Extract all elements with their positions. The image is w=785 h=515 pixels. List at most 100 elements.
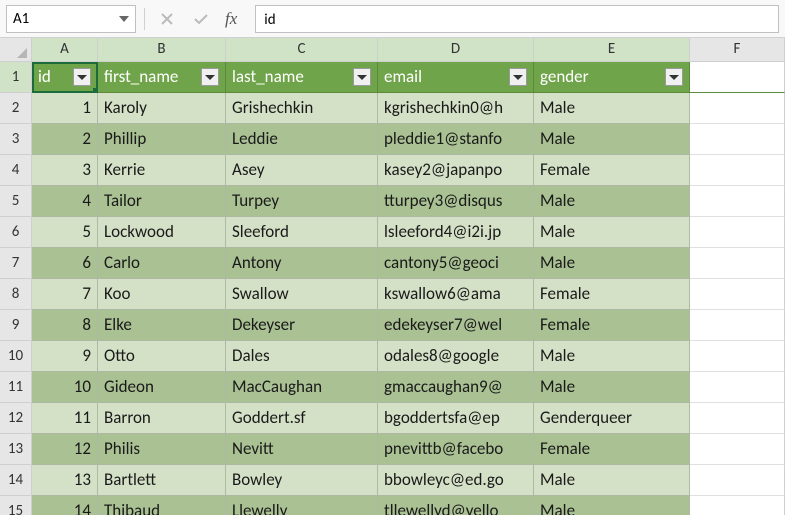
cell[interactable]: Male — [534, 372, 690, 403]
row-header[interactable]: 8 — [0, 279, 32, 310]
cell[interactable]: 1 — [32, 93, 98, 124]
name-box[interactable]: A1 — [6, 5, 136, 33]
cell[interactable]: tturpey3@disqus — [378, 186, 534, 217]
row-header[interactable]: 14 — [0, 465, 32, 496]
row-header[interactable]: 15 — [0, 496, 32, 515]
cell[interactable]: Swallow — [226, 279, 378, 310]
cell[interactable]: tllewellyd@yello — [378, 496, 534, 515]
cell[interactable]: gmaccaughan9@ — [378, 372, 534, 403]
cell[interactable]: 10 — [32, 372, 98, 403]
cell[interactable]: Carlo — [98, 248, 226, 279]
cell[interactable]: Dales — [226, 341, 378, 372]
cell[interactable]: Dekeyser — [226, 310, 378, 341]
cell[interactable] — [690, 124, 785, 155]
cell[interactable]: Goddert.sf — [226, 403, 378, 434]
header-cell[interactable]: last_name — [226, 62, 378, 93]
cell[interactable]: Lockwood — [98, 217, 226, 248]
cell[interactable]: Male — [534, 217, 690, 248]
row-header[interactable]: 3 — [0, 124, 32, 155]
cell[interactable]: kswallow6@ama — [378, 279, 534, 310]
cell[interactable]: Grishechkin — [226, 93, 378, 124]
row-header[interactable]: 1 — [0, 62, 32, 93]
cell[interactable] — [690, 279, 785, 310]
column-header[interactable]: F — [690, 38, 785, 62]
cell[interactable]: Asey — [226, 155, 378, 186]
enter-formula-button[interactable] — [187, 5, 215, 33]
cell[interactable]: Turpey — [226, 186, 378, 217]
cell[interactable]: Elke — [98, 310, 226, 341]
cell[interactable]: 2 — [32, 124, 98, 155]
chevron-down-icon[interactable] — [119, 16, 129, 22]
cell[interactable]: 9 — [32, 341, 98, 372]
cell[interactable]: Male — [534, 248, 690, 279]
row-header[interactable]: 2 — [0, 93, 32, 124]
cell[interactable]: Kerrie — [98, 155, 226, 186]
cell[interactable] — [690, 310, 785, 341]
insert-function-button[interactable]: fx — [221, 9, 241, 29]
cell[interactable]: cantony5@geoci — [378, 248, 534, 279]
cell[interactable]: 13 — [32, 465, 98, 496]
filter-dropdown-icon[interactable] — [665, 68, 683, 86]
cell[interactable]: 11 — [32, 403, 98, 434]
cell[interactable]: edekeyser7@wel — [378, 310, 534, 341]
cell[interactable]: 4 — [32, 186, 98, 217]
cell[interactable]: kasey2@japanpo — [378, 155, 534, 186]
cell[interactable]: 6 — [32, 248, 98, 279]
row-header[interactable]: 9 — [0, 310, 32, 341]
column-header[interactable]: D — [378, 38, 534, 62]
filter-dropdown-icon[interactable] — [73, 68, 91, 86]
header-cell[interactable]: gender — [534, 62, 690, 93]
cell[interactable] — [690, 186, 785, 217]
cell[interactable] — [690, 62, 785, 93]
header-cell[interactable]: id — [32, 62, 98, 93]
cell[interactable]: Male — [534, 496, 690, 515]
cell[interactable]: Female — [534, 279, 690, 310]
cell[interactable]: Male — [534, 341, 690, 372]
cell[interactable]: Otto — [98, 341, 226, 372]
row-header[interactable]: 13 — [0, 434, 32, 465]
cell[interactable]: bgoddertsfa@ep — [378, 403, 534, 434]
cell[interactable] — [690, 465, 785, 496]
filter-dropdown-icon[interactable] — [509, 68, 527, 86]
cell[interactable]: Female — [534, 310, 690, 341]
column-header[interactable]: C — [226, 38, 378, 62]
row-header[interactable]: 4 — [0, 155, 32, 186]
filter-dropdown-icon[interactable] — [353, 68, 371, 86]
cell[interactable]: Gideon — [98, 372, 226, 403]
cell[interactable]: Sleeford — [226, 217, 378, 248]
cell[interactable]: kgrishechkin0@h — [378, 93, 534, 124]
cell[interactable]: 14 — [32, 496, 98, 515]
cell[interactable]: Female — [534, 155, 690, 186]
row-header[interactable]: 11 — [0, 372, 32, 403]
cell[interactable]: Tailor — [98, 186, 226, 217]
cell[interactable]: Antony — [226, 248, 378, 279]
cell[interactable]: 7 — [32, 279, 98, 310]
select-all-corner[interactable] — [0, 38, 32, 62]
cell[interactable]: 12 — [32, 434, 98, 465]
cell[interactable] — [690, 403, 785, 434]
cell[interactable]: pleddie1@stanfo — [378, 124, 534, 155]
row-header[interactable]: 7 — [0, 248, 32, 279]
cell[interactable]: Bowley — [226, 465, 378, 496]
cell[interactable] — [690, 217, 785, 248]
formula-input[interactable]: id — [255, 5, 779, 33]
cell[interactable]: Barron — [98, 403, 226, 434]
filter-dropdown-icon[interactable] — [201, 68, 219, 86]
row-header[interactable]: 10 — [0, 341, 32, 372]
header-cell[interactable]: first_name — [98, 62, 226, 93]
cell[interactable]: pnevittb@facebo — [378, 434, 534, 465]
cell[interactable]: Nevitt — [226, 434, 378, 465]
cell[interactable] — [690, 496, 785, 515]
cell[interactable]: 5 — [32, 217, 98, 248]
cell[interactable] — [690, 155, 785, 186]
cell[interactable]: 8 — [32, 310, 98, 341]
cell[interactable]: Karoly — [98, 93, 226, 124]
cell[interactable]: Leddie — [226, 124, 378, 155]
cell[interactable] — [690, 93, 785, 124]
cell[interactable]: Male — [534, 124, 690, 155]
cell[interactable]: bbowleyc@ed.go — [378, 465, 534, 496]
cell[interactable]: Philis — [98, 434, 226, 465]
cell[interactable] — [690, 434, 785, 465]
cell[interactable]: Genderqueer — [534, 403, 690, 434]
cell[interactable]: Llewelly — [226, 496, 378, 515]
